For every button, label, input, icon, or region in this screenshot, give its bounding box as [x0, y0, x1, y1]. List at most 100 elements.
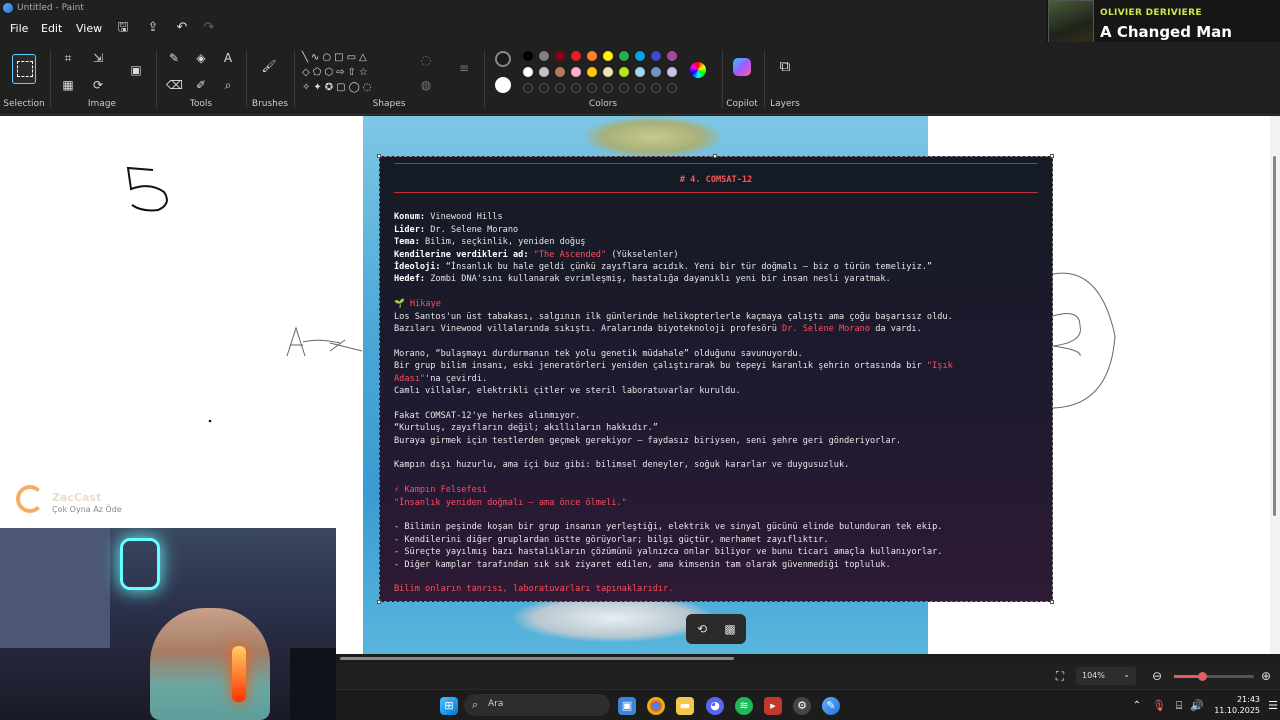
chrome-icon[interactable]: [647, 697, 665, 715]
color-swatch[interactable]: [619, 51, 629, 61]
color-swatch[interactable]: [619, 67, 629, 77]
resize-handle[interactable]: [377, 154, 381, 158]
shape-size-icon[interactable]: ≡: [456, 60, 472, 76]
stream-app-icon[interactable]: ▶: [764, 697, 782, 715]
color-swatch[interactable]: [667, 67, 677, 77]
custom-color-slot[interactable]: [571, 83, 581, 93]
eraser-icon[interactable]: ⌫: [166, 77, 183, 93]
color-swatch[interactable]: [587, 67, 597, 77]
color-swatch[interactable]: [651, 67, 661, 77]
custom-color-slot[interactable]: [523, 83, 533, 93]
text-icon[interactable]: A: [220, 50, 236, 66]
color-swatch[interactable]: [539, 51, 549, 61]
color-swatch[interactable]: [539, 67, 549, 77]
custom-color-slot[interactable]: [555, 83, 565, 93]
magnifier-icon[interactable]: ⌕: [220, 77, 236, 93]
paint-taskbar-icon[interactable]: ✎: [822, 697, 840, 715]
color-swatch[interactable]: [667, 51, 677, 61]
remove-background-icon[interactable]: ⟲: [694, 621, 710, 637]
resize-handle[interactable]: [1050, 600, 1054, 604]
color-swatch[interactable]: [523, 51, 533, 61]
custom-color-slot[interactable]: [651, 83, 661, 93]
steam-icon[interactable]: ⚙: [793, 697, 811, 715]
scroll-thumb[interactable]: [1273, 156, 1276, 516]
color-swatch[interactable]: [571, 51, 581, 61]
fit-to-window-icon[interactable]: ⛶: [1052, 668, 1068, 684]
color-swatch[interactable]: [635, 67, 645, 77]
resize-handle[interactable]: [377, 600, 381, 604]
selection-float-toolbar: ⟲ ▩: [686, 614, 746, 644]
spotify-icon[interactable]: ≋: [735, 697, 753, 715]
clock[interactable]: 21:43 11.10.2025: [1204, 694, 1260, 716]
zoom-in-icon[interactable]: ⊕: [1258, 668, 1274, 684]
custom-color-slot[interactable]: [667, 83, 677, 93]
menu-view[interactable]: View: [76, 22, 102, 35]
webcam-overlay: [0, 528, 336, 720]
resize-icon[interactable]: ⇲: [90, 50, 106, 66]
resize-handle[interactable]: [713, 154, 717, 158]
select-all-icon[interactable]: ▦: [60, 77, 76, 93]
selection-tool-button[interactable]: [12, 54, 36, 84]
windows-start-icon[interactable]: ⊞: [440, 697, 458, 715]
search-placeholder: Ara: [488, 699, 504, 709]
undo-icon[interactable]: ↶: [174, 20, 190, 36]
color-swatch[interactable]: [555, 51, 565, 61]
select-pattern-icon[interactable]: ▩: [722, 621, 738, 637]
color-swatch[interactable]: [603, 67, 613, 77]
color-swatch[interactable]: [651, 51, 661, 61]
zoom-slider[interactable]: [1174, 672, 1254, 681]
color-swatch[interactable]: [571, 67, 581, 77]
scroll-thumb[interactable]: [340, 657, 734, 660]
custom-color-slot[interactable]: [619, 83, 629, 93]
photos-icon[interactable]: ▣: [618, 697, 636, 715]
secondary-color-swatch[interactable]: [495, 77, 511, 93]
pencil-icon[interactable]: ✎: [166, 50, 182, 66]
color-swatch[interactable]: [603, 51, 613, 61]
color-swatch[interactable]: [587, 51, 597, 61]
color-swatch[interactable]: [635, 51, 645, 61]
redo-icon[interactable]: ↷: [201, 20, 217, 36]
notifications-icon[interactable]: ☰: [1264, 697, 1280, 715]
discord-icon[interactable]: ◕: [706, 697, 724, 715]
custom-color-slot[interactable]: [539, 83, 549, 93]
resize-handle[interactable]: [1050, 154, 1054, 158]
fill-icon[interactable]: ◈: [193, 50, 209, 66]
microphone-icon[interactable]: 🎙: [1150, 697, 1168, 715]
save-icon[interactable]: 🖫: [115, 20, 131, 36]
menu-edit[interactable]: Edit: [41, 22, 62, 35]
divider: [294, 50, 295, 108]
rotate-icon[interactable]: ⟳: [90, 77, 106, 93]
zoom-select[interactable]: 104% ⌄: [1076, 667, 1136, 685]
image-creator-icon[interactable]: ▣: [128, 62, 144, 78]
zoom-value: 104%: [1082, 671, 1105, 680]
group-label-image: Image: [87, 99, 117, 109]
pasted-document-selection[interactable]: # 4. COMSAT-12 Konum: Vinewood Hills Lid…: [379, 156, 1053, 602]
zoom-out-icon[interactable]: ⊖: [1149, 668, 1165, 684]
custom-color-slot[interactable]: [635, 83, 645, 93]
layers-icon[interactable]: ⧉: [777, 58, 793, 74]
group-label-shapes: Shapes: [372, 99, 406, 109]
color-picker-icon[interactable]: ✐: [193, 77, 209, 93]
color-swatch[interactable]: [523, 67, 533, 77]
share-icon[interactable]: ⇪: [145, 20, 161, 36]
menu-file[interactable]: File: [10, 22, 28, 35]
taskbar-search[interactable]: ⌕ Ara: [464, 694, 610, 716]
custom-color-slot[interactable]: [587, 83, 597, 93]
primary-color-swatch[interactable]: [495, 51, 511, 67]
zoom-slider-knob[interactable]: [1198, 672, 1207, 681]
custom-color-slot[interactable]: [603, 83, 613, 93]
horizontal-scrollbar[interactable]: [336, 654, 1280, 663]
file-explorer-icon[interactable]: ▬: [676, 697, 694, 715]
vertical-scrollbar[interactable]: [1270, 116, 1280, 654]
shape-fill-icon[interactable]: ◍: [418, 77, 434, 93]
network-icon[interactable]: ⌸: [1170, 697, 1188, 715]
brush-icon[interactable]: 🖌: [261, 58, 277, 74]
chevron-down-icon: ⌄: [1123, 670, 1130, 679]
outline-icon[interactable]: ◌: [418, 52, 434, 68]
crop-icon[interactable]: ⌗: [60, 50, 76, 66]
chevron-up-icon[interactable]: ⌃: [1128, 697, 1146, 715]
shapes-gallery[interactable]: ╲∿○□▭△ ◇⬠⬡⇨⇧☆ ✧✦✪▢◯◌: [302, 50, 406, 96]
copilot-icon[interactable]: [733, 58, 751, 76]
color-swatch[interactable]: [555, 67, 565, 77]
edit-colors-icon[interactable]: [690, 62, 706, 78]
